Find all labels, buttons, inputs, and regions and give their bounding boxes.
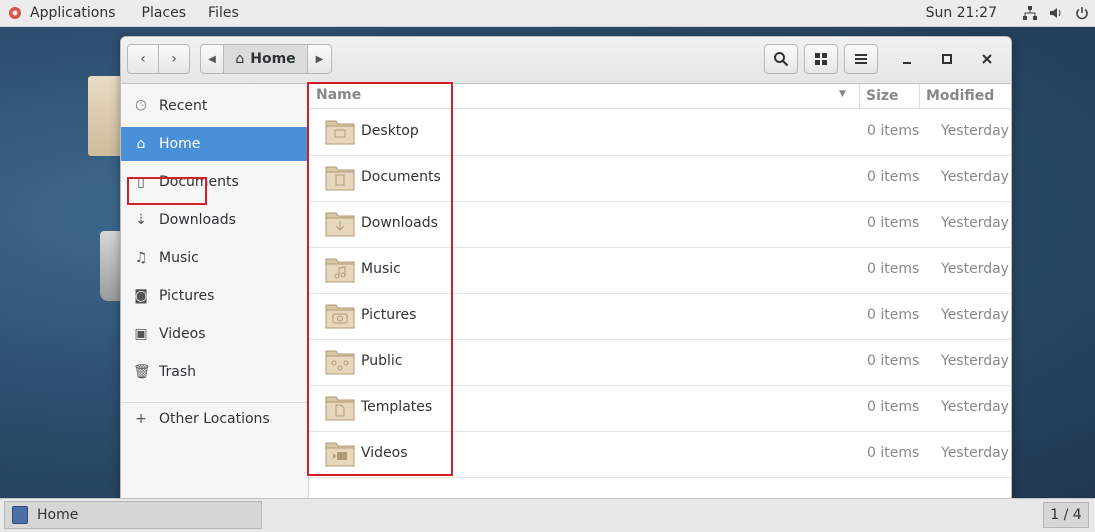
files-window: ‹ › ◀ ⌂ Home ▶ 🕒︎ Recent ⌂ Home ▯ Docume…	[120, 36, 1012, 499]
file-size: 0 items	[867, 445, 920, 461]
header-bar: ‹ › ◀ ⌂ Home ▶	[121, 37, 1011, 84]
power-icon[interactable]	[1069, 0, 1095, 26]
sidebar-item-label: Home	[159, 136, 201, 152]
sidebar-item-music[interactable]: ♫ Music	[121, 241, 308, 275]
file-size: 0 items	[867, 307, 920, 323]
file-size: 0 items	[867, 261, 920, 277]
home-icon: ⌂	[235, 51, 245, 67]
places-menu[interactable]: Places	[134, 0, 195, 26]
sidebar-item-label: Pictures	[159, 288, 215, 304]
file-size: 0 items	[867, 215, 920, 231]
path-scroll-right-button[interactable]: ▶	[308, 44, 332, 74]
maximize-button[interactable]	[932, 44, 962, 74]
triangle-right-icon: ▶	[315, 53, 324, 65]
clock-icon: 🕒︎	[135, 98, 147, 114]
sidebar-item-pictures[interactable]: ◙ Pictures	[121, 279, 308, 313]
files-menu[interactable]: Files	[200, 0, 247, 26]
clock[interactable]: Sun 21:27	[926, 5, 997, 21]
file-modified: Yesterday	[941, 307, 1009, 323]
close-button[interactable]	[972, 44, 1002, 74]
taskbar-item-home[interactable]: Home	[4, 501, 262, 529]
network-icon[interactable]	[1017, 0, 1043, 26]
column-header-size[interactable]: Size	[859, 84, 899, 108]
sort-descending-icon: ▼	[839, 89, 846, 99]
grid-icon	[815, 53, 827, 65]
workspace-switcher[interactable]: 1 / 4	[1043, 502, 1089, 528]
taskbar-item-label: Home	[37, 507, 79, 523]
music-icon: ♫	[134, 250, 148, 266]
minimize-button[interactable]	[892, 44, 922, 74]
file-modified: Yesterday	[941, 353, 1009, 369]
triangle-left-icon: ◀	[208, 53, 216, 65]
sidebar-item-downloads[interactable]: ⇣ Downloads	[121, 203, 308, 237]
applications-label: Applications	[30, 5, 116, 21]
path-home-button[interactable]: ⌂ Home	[224, 44, 308, 74]
top-bar: Applications Places Files Sun 21:27	[0, 0, 1095, 27]
file-modified: Yesterday	[941, 169, 1009, 185]
file-size: 0 items	[867, 123, 920, 139]
search-icon	[774, 52, 789, 67]
highlight-box-folder-list	[307, 82, 453, 476]
search-button[interactable]	[764, 44, 798, 74]
places-label: Places	[141, 5, 187, 21]
back-button[interactable]: ‹	[127, 44, 159, 74]
chevron-right-icon: ›	[171, 51, 177, 67]
chevron-left-icon: ‹	[140, 51, 146, 67]
path-bar: ◀ ⌂ Home ▶	[200, 44, 332, 74]
maximize-icon	[942, 54, 952, 64]
close-icon	[982, 54, 992, 64]
video-icon: ▣	[134, 326, 148, 342]
plus-icon: +	[135, 411, 147, 427]
sidebar-item-home[interactable]: ⌂ Home	[121, 127, 308, 161]
menu-button[interactable]	[844, 44, 878, 74]
volume-icon[interactable]	[1043, 0, 1069, 26]
sidebar-item-label: Recent	[159, 98, 208, 114]
file-modified: Yesterday	[941, 215, 1009, 231]
file-manager-icon	[12, 506, 28, 524]
file-size: 0 items	[867, 399, 920, 415]
places-sidebar: 🕒︎ Recent ⌂ Home ▯ Documents ⇣ Downloads…	[121, 84, 309, 499]
home-icon: ⌂	[136, 136, 146, 152]
view-toggle-button[interactable]	[804, 44, 838, 74]
gnome-foot-icon	[9, 7, 21, 19]
file-size: 0 items	[867, 169, 920, 185]
sidebar-item-label: Videos	[159, 326, 206, 342]
sidebar-item-trash[interactable]: 🗑︎ Trash	[121, 355, 308, 389]
file-modified: Yesterday	[941, 399, 1009, 415]
trash-icon: 🗑︎	[133, 364, 151, 380]
sidebar-item-label: Trash	[159, 364, 196, 380]
file-modified: Yesterday	[941, 123, 1009, 139]
column-header-modified[interactable]: Modified	[919, 84, 994, 108]
path-scroll-left-button[interactable]: ◀	[200, 44, 224, 74]
path-home-label: Home	[250, 51, 296, 67]
file-size: 0 items	[867, 353, 920, 369]
file-modified: Yesterday	[941, 261, 1009, 277]
file-modified: Yesterday	[941, 445, 1009, 461]
download-icon: ⇣	[135, 212, 147, 228]
forward-button[interactable]: ›	[158, 44, 190, 74]
highlight-box-home	[127, 177, 207, 205]
sidebar-item-label: Downloads	[159, 212, 236, 228]
sidebar-item-label: Other Locations	[159, 411, 270, 427]
sidebar-item-label: Music	[159, 250, 199, 266]
hamburger-icon	[855, 54, 867, 64]
minimize-icon	[903, 62, 911, 64]
window-list-bar: Home 1 / 4	[0, 498, 1095, 532]
sidebar-item-other-locations[interactable]: + Other Locations	[121, 402, 308, 436]
camera-icon: ◙	[134, 288, 148, 304]
sidebar-item-recent[interactable]: 🕒︎ Recent	[121, 89, 308, 123]
sidebar-item-videos[interactable]: ▣ Videos	[121, 317, 308, 351]
files-label: Files	[208, 5, 239, 21]
applications-menu[interactable]: Applications	[0, 0, 124, 26]
